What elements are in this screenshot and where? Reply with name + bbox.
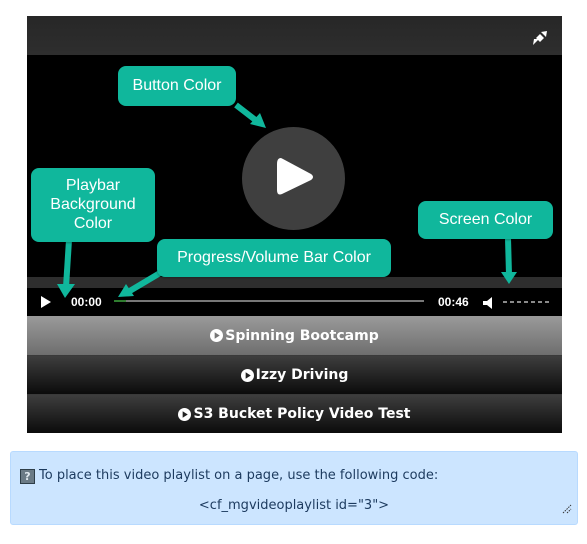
playlist-item-title: S3 Bucket Policy Video Test [193, 406, 411, 422]
callout-label: Screen Color [438, 211, 533, 228]
big-play-button[interactable] [242, 127, 345, 230]
callout-progress-volume: Progress/Volume Bar Color [157, 239, 391, 277]
playbar-background-strip [27, 277, 562, 288]
current-time: 00:00 [71, 295, 102, 309]
callout-screen-color: Screen Color [418, 201, 553, 239]
playlist-item[interactable]: Spinning Bootcamp [27, 316, 562, 355]
callout-label: Progress/Volume Bar Color [177, 249, 371, 266]
callout-label: Playbar [65, 177, 121, 194]
play-icon [277, 158, 313, 195]
play-icon [41, 296, 51, 308]
info-message: To place this video playlist on a page, … [39, 468, 439, 483]
embed-code-info-box: ? To place this video playlist on a page… [10, 451, 578, 525]
progress-fill [114, 300, 127, 302]
play-circle-icon [178, 407, 192, 421]
volume-slider[interactable] [503, 301, 551, 303]
callout-button-color: Button Color [118, 66, 236, 106]
play-circle-icon [240, 368, 254, 382]
progress-bar[interactable] [114, 300, 424, 302]
duration: 00:46 [438, 295, 469, 309]
play-circle-icon [210, 329, 224, 342]
playlist-item-title: Izzy Driving [255, 367, 349, 383]
player-top-bar [27, 16, 562, 55]
callout-label: Color [73, 215, 113, 232]
playlist-item[interactable]: Izzy Driving [27, 355, 562, 394]
playlist-item-title: Spinning Bootcamp [225, 327, 379, 344]
embed-code[interactable]: <cf_mgvideoplaylist id="3"> [11, 498, 577, 513]
playlist: Spinning Bootcamp Izzy Driving S3 Bucket… [27, 316, 562, 433]
callout-label: Background [50, 196, 136, 213]
callout-playbar-background: Playbar Background Color [31, 168, 155, 242]
fullscreen-toggle-icon[interactable] [532, 30, 548, 46]
help-icon[interactable]: ? [20, 469, 35, 484]
resize-handle-icon[interactable] [562, 503, 572, 518]
callout-label: Button Color [132, 77, 222, 94]
control-bar: 00:00 00:46 [27, 288, 562, 316]
play-button[interactable] [40, 295, 52, 314]
volume-icon[interactable] [483, 296, 493, 314]
playlist-item[interactable]: S3 Bucket Policy Video Test [27, 394, 562, 433]
